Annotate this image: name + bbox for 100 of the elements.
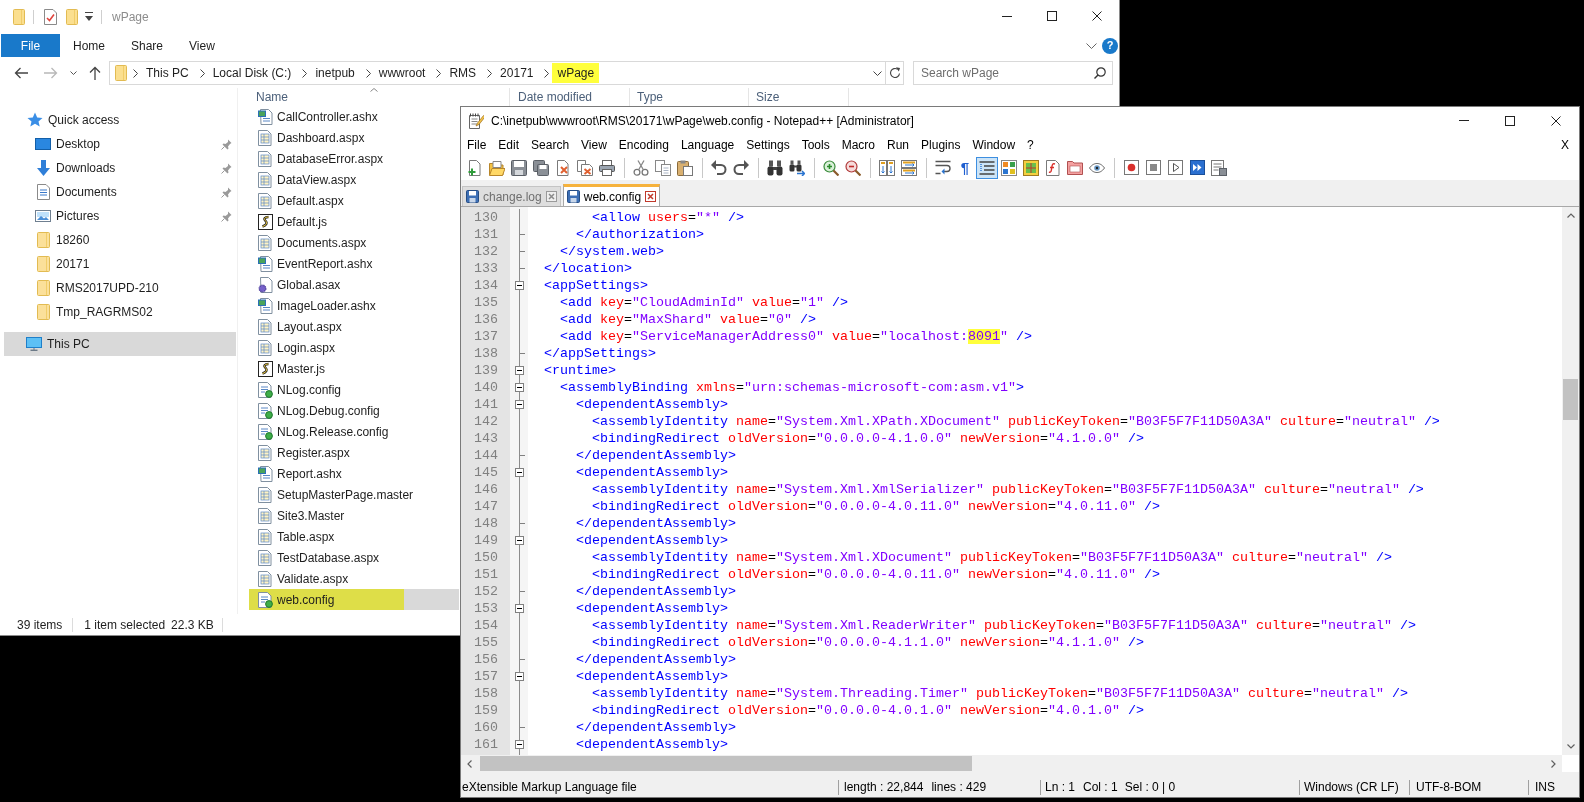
pin-icon[interactable]	[221, 162, 232, 174]
breadcrumb[interactable]: This PC	[141, 63, 194, 83]
nav-item[interactable]: Downloads	[4, 156, 236, 180]
nav-item[interactable]: This PC	[4, 332, 236, 356]
breadcrumb[interactable]: 20171	[495, 63, 539, 83]
collapse-icon[interactable]	[515, 400, 524, 409]
nav-item[interactable]: Quick access	[4, 108, 236, 132]
breadcrumb[interactable]: wPage	[552, 63, 600, 83]
nav-item[interactable]: RMS2017UPD-210	[4, 276, 236, 300]
collapse-icon[interactable]	[515, 672, 524, 681]
breadcrumb[interactable]: Local Disk (C:)	[207, 63, 297, 83]
scroll-right-icon[interactable]	[1551, 759, 1556, 768]
menu-item[interactable]: View	[575, 135, 613, 154]
editor-tab[interactable]: web.config	[562, 184, 661, 206]
collapse-icon[interactable]	[515, 468, 524, 477]
collapse-icon[interactable]	[515, 281, 524, 290]
search-field[interactable]: Search wPage	[913, 61, 1113, 85]
menu-item[interactable]: Run	[881, 135, 916, 154]
list-row[interactable]: TestDatabase.aspx	[249, 547, 459, 568]
menu-item[interactable]: Macro	[835, 135, 881, 154]
search-icon[interactable]	[1094, 67, 1106, 79]
nav-item[interactable]: Documents	[4, 180, 236, 204]
pin-icon[interactable]	[221, 138, 232, 150]
list-row[interactable]: Default.aspx	[249, 190, 459, 211]
list-row[interactable]: Register.aspx	[249, 442, 459, 463]
scroll-down-icon[interactable]	[1566, 744, 1575, 749]
list-row[interactable]: Global.asax	[249, 274, 459, 295]
menu-item[interactable]: File	[461, 135, 493, 154]
list-row[interactable]: DatabaseError.aspx	[249, 148, 459, 169]
scrollbar-thumb[interactable]	[1563, 379, 1578, 420]
chevron-right-icon[interactable]	[544, 68, 550, 78]
chevron-right-icon[interactable]	[365, 68, 371, 78]
list-row[interactable]: EventReport.ashx	[249, 253, 459, 274]
checkmark-page-icon[interactable]	[44, 8, 57, 25]
menu-item[interactable]: ?	[1021, 135, 1040, 154]
scroll-up-icon[interactable]	[1566, 213, 1575, 218]
nav-item[interactable]: Pictures	[4, 204, 236, 228]
menu-item[interactable]: Plugins	[915, 135, 967, 154]
collapse-icon[interactable]	[515, 366, 524, 375]
menu-item[interactable]: Encoding	[612, 135, 675, 154]
editor-tab[interactable]: change.log	[462, 186, 561, 206]
list-row[interactable]: Login.aspx	[249, 337, 459, 358]
menu-item[interactable]: Tools	[795, 135, 836, 154]
help-button[interactable]: ?	[1102, 37, 1118, 54]
close-tab-icon[interactable]	[645, 191, 657, 202]
collapse-icon[interactable]	[515, 383, 524, 392]
list-row[interactable]: Documents.aspx	[249, 232, 459, 253]
list-row[interactable]: CallController.ashx	[249, 106, 459, 127]
pin-icon[interactable]	[221, 210, 232, 222]
close-document-button[interactable]: X	[1559, 135, 1571, 154]
list-row[interactable]: Master.js	[249, 358, 459, 379]
show-all-characters-button[interactable]: ¶	[954, 156, 976, 179]
ribbon-tab[interactable]: Share	[118, 34, 177, 57]
ribbon-tab[interactable]: View	[176, 34, 228, 57]
scroll-left-icon[interactable]	[467, 759, 472, 768]
list-row[interactable]: Default.js	[249, 211, 459, 232]
list-row[interactable]: Table.aspx	[249, 526, 459, 547]
list-row[interactable]: Report.ashx	[249, 463, 459, 484]
list-row[interactable]: ImageLoader.ashx	[249, 295, 459, 316]
collapse-icon[interactable]	[515, 604, 524, 613]
scrollbar-thumb[interactable]	[480, 756, 972, 771]
list-row[interactable]: web.config	[249, 589, 459, 610]
menu-item[interactable]: Language	[674, 135, 741, 154]
breadcrumb[interactable]: RMS	[444, 63, 482, 83]
nav-item[interactable]: 20171	[4, 252, 236, 276]
chevron-down-icon[interactable]	[1086, 42, 1097, 49]
close-tab-icon[interactable]	[545, 191, 557, 202]
menu-item[interactable]: Search	[525, 135, 576, 154]
chevron-right-icon[interactable]	[487, 68, 493, 78]
list-row[interactable]: SetupMasterPage.master	[249, 484, 459, 505]
address-bar[interactable]: This PC Local Disk (C:) inetpub wwwroot RMS 20171 wPage	[109, 61, 904, 85]
breadcrumb[interactable]: wwwroot	[373, 63, 431, 83]
chevron-right-icon[interactable]	[436, 68, 442, 78]
vertical-scrollbar[interactable]	[1562, 207, 1579, 755]
collapse-icon[interactable]	[515, 536, 524, 545]
file-tab[interactable]: File	[1, 34, 60, 57]
collapse-icon[interactable]	[515, 740, 524, 749]
nav-item[interactable]: 18260	[4, 228, 236, 252]
sort-up-icon[interactable]	[369, 88, 378, 92]
menu-item[interactable]: Edit	[492, 135, 526, 154]
list-row[interactable]: DataView.aspx	[249, 169, 459, 190]
list-row[interactable]: Dashboard.aspx	[249, 127, 459, 148]
breadcrumb[interactable]: inetpub	[310, 63, 360, 83]
dropdown-caret-icon[interactable]	[85, 12, 93, 21]
menu-item[interactable]: Window	[966, 135, 1022, 154]
pin-icon[interactable]	[221, 186, 232, 198]
ribbon-tab[interactable]: Home	[60, 34, 118, 57]
chevron-right-icon[interactable]	[302, 68, 308, 78]
menu-item[interactable]: Settings	[740, 135, 796, 154]
nav-item[interactable]: Tmp_RAGRMS02	[4, 300, 236, 324]
list-row[interactable]: NLog.Release.config	[249, 421, 459, 442]
chevron-right-icon[interactable]	[199, 68, 205, 78]
nav-item[interactable]: Desktop	[4, 132, 236, 156]
list-row[interactable]: NLog.config	[249, 379, 459, 400]
list-row[interactable]: NLog.Debug.config	[249, 400, 459, 421]
chevron-right-icon[interactable]	[133, 68, 138, 78]
list-row[interactable]: Validate.aspx	[249, 568, 459, 589]
refresh-button[interactable]	[885, 62, 903, 84]
list-row[interactable]: Site3.Master	[249, 505, 459, 526]
indent-guide-button[interactable]	[976, 156, 998, 179]
